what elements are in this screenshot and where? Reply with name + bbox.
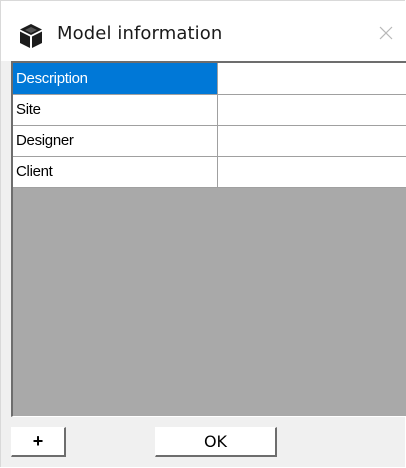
property-row[interactable]: Site <box>13 94 406 126</box>
model-information-dialog: Model information Description Site Designe… <box>0 0 406 467</box>
cube-icon <box>18 23 44 49</box>
property-name-cell[interactable]: Designer <box>13 125 218 157</box>
property-table: Description Site Designer Client <box>13 63 406 188</box>
ok-button[interactable]: OK <box>155 427 277 457</box>
dialog-title: Model information <box>57 23 223 44</box>
property-value-cell[interactable] <box>217 94 406 126</box>
title-bar[interactable]: Model information <box>1 1 405 61</box>
add-button[interactable]: + <box>11 427 66 457</box>
property-name-cell[interactable]: Site <box>13 94 218 126</box>
property-row[interactable]: Client <box>13 156 406 188</box>
property-name-cell[interactable]: Client <box>13 156 218 188</box>
property-name-cell[interactable]: Description <box>13 63 218 95</box>
close-button[interactable] <box>371 19 401 47</box>
property-grid[interactable]: Description Site Designer Client <box>11 61 406 417</box>
property-value-cell[interactable] <box>217 125 406 157</box>
property-value-cell[interactable] <box>217 156 406 188</box>
property-value-cell[interactable] <box>217 63 406 95</box>
property-row[interactable]: Description <box>13 63 406 95</box>
property-row[interactable]: Designer <box>13 125 406 157</box>
close-icon <box>379 26 393 40</box>
